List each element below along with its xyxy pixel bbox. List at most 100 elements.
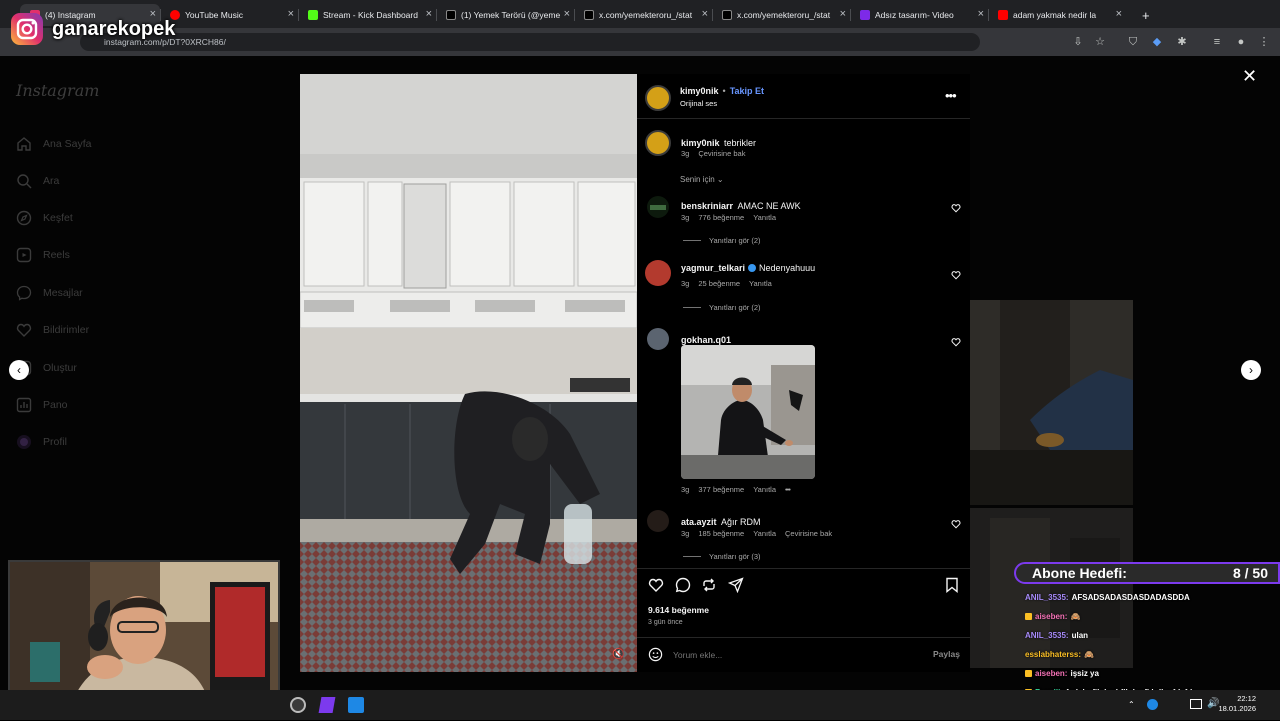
save-bookmark-icon[interactable] <box>945 577 959 593</box>
comment-username[interactable]: benskriniarr <box>681 201 733 211</box>
view-replies-button[interactable]: Yanıtları gör (3) <box>683 552 761 561</box>
comment-input[interactable] <box>673 648 893 662</box>
address-bar[interactable]: instagram.com/p/DT?0XRCH86/ <box>80 33 980 51</box>
tab-title: (1) Yemek Terörü (@yeme <box>461 10 561 20</box>
reply-button[interactable]: Yanıtla <box>753 529 776 538</box>
tab-title: x.com/yemekteroru_/stat <box>737 10 831 20</box>
comment-bubble-icon[interactable] <box>675 577 691 593</box>
commenter-avatar[interactable] <box>647 328 669 350</box>
author-username[interactable]: kimy0nik <box>680 86 719 96</box>
stream-channel-name: ganarekopek <box>52 17 176 40</box>
shield-extension-icon[interactable]: ⛉ <box>1127 36 1139 48</box>
more-options-icon[interactable]: ••• <box>945 88 957 103</box>
tray-app-icon[interactable] <box>1147 699 1158 710</box>
tab-canva-video[interactable]: Adsız tasarım- Video × <box>850 4 988 26</box>
caption-avatar[interactable] <box>645 130 671 156</box>
follow-button[interactable]: Takip Et <box>730 86 764 96</box>
comment-like-heart-icon[interactable] <box>951 516 961 529</box>
translate-link[interactable]: Çevirisine bak <box>785 529 832 538</box>
view-replies-label: Yanıtları gör (3) <box>709 552 761 561</box>
profile-avatar-icon[interactable]: ● <box>1235 36 1247 48</box>
chat-text: 🙈 <box>1070 612 1081 621</box>
next-post-button[interactable]: › <box>1241 360 1261 380</box>
close-tab-icon[interactable]: × <box>978 8 984 20</box>
extension-icon[interactable]: ◆ <box>1151 36 1163 48</box>
repost-icon[interactable] <box>701 577 717 593</box>
close-tab-icon[interactable]: × <box>564 8 570 20</box>
view-replies-button[interactable]: Yanıtları gör (2) <box>683 236 761 245</box>
comment-time: 3g <box>681 485 690 494</box>
install-app-icon[interactable]: ⇩ <box>1072 36 1084 48</box>
comment-sort-dropdown[interactable]: Senin için ⌄ <box>680 175 724 184</box>
puzzle-icon[interactable]: ✱ <box>1176 36 1188 48</box>
instagram-logo-icon <box>11 13 43 45</box>
comment-likes[interactable]: 185 beğenme <box>698 529 744 538</box>
share-send-icon[interactable] <box>727 577 744 594</box>
close-modal-icon[interactable]: ✕ <box>1242 66 1257 87</box>
like-heart-icon[interactable] <box>648 577 664 593</box>
comment-likes[interactable]: 25 beğenme <box>698 279 740 288</box>
comment-like-heart-icon[interactable] <box>951 267 961 280</box>
commenter-avatar[interactable] <box>645 260 671 286</box>
tab-search-icon[interactable]: ≡ <box>1211 36 1223 48</box>
comment-text: Ağır RDM <box>720 517 761 527</box>
close-tab-icon[interactable]: × <box>840 8 846 20</box>
chat-text: ulan <box>1071 631 1089 640</box>
chat-message: aiseben: işsiz ya <box>1025 664 1280 683</box>
previous-post-button[interactable]: ‹ <box>9 360 29 380</box>
clock-date: 18.01.2026 <box>1218 704 1256 713</box>
comment-likes[interactable]: 377 beğenme <box>698 485 744 494</box>
post-video[interactable]: 🔇 <box>300 74 637 672</box>
comment-like-heart-icon[interactable] <box>951 200 961 213</box>
chat-message: ANIL_3535: ulan <box>1025 626 1280 645</box>
tab-youtube-video[interactable]: adam yakmak nedir la × <box>988 4 1126 26</box>
caption-time: 3g <box>681 149 690 158</box>
comment-like-heart-icon[interactable] <box>951 334 961 347</box>
comment-username[interactable]: ata.ayzit <box>681 517 717 527</box>
translate-link[interactable]: Çevirisine bak <box>698 149 745 158</box>
new-tab-button[interactable]: + <box>1132 4 1152 26</box>
tab-title: adam yakmak nedir la <box>1013 10 1097 20</box>
app-taskbar-icon[interactable] <box>318 697 336 713</box>
comment-username[interactable]: gokhan.q01 <box>681 335 731 345</box>
comment-gif-image[interactable] <box>681 345 815 479</box>
dot-separator: • <box>722 86 726 96</box>
close-tab-icon[interactable]: × <box>426 8 432 20</box>
emoji-smile-icon[interactable] <box>648 647 663 662</box>
tray-chevron-up-icon[interactable]: ⌃ <box>1128 700 1135 709</box>
monitor-icon[interactable] <box>1190 699 1202 709</box>
app-taskbar-icon[interactable] <box>348 697 364 713</box>
tab-youtube-music[interactable]: YouTube Music × <box>160 4 298 26</box>
kebab-menu-icon[interactable]: ⋮ <box>1258 36 1270 48</box>
likes-count[interactable]: 9.614 beğenme <box>648 605 709 615</box>
tab-x-status-2[interactable]: x.com/yemekteroru_/stat × <box>712 4 850 26</box>
comment-likes[interactable]: 776 beğenme <box>698 213 744 222</box>
commenter-avatar[interactable] <box>647 510 669 532</box>
x-favicon-icon <box>584 10 594 20</box>
audio-label[interactable]: Orijinal ses <box>680 99 717 108</box>
close-tab-icon[interactable]: × <box>702 8 708 20</box>
reply-button[interactable]: Yanıtla <box>753 213 776 222</box>
reply-button[interactable]: Yanıtla <box>753 485 776 494</box>
view-replies-button[interactable]: Yanıtları gör (2) <box>683 303 761 312</box>
close-tab-icon[interactable]: × <box>1116 8 1122 20</box>
reply-button[interactable]: Yanıtla <box>749 279 772 288</box>
post-comment-button[interactable]: Paylaş <box>933 649 960 659</box>
bookmark-star-icon[interactable]: ☆ <box>1094 36 1106 48</box>
commenter-avatar[interactable] <box>647 196 669 218</box>
caption-username[interactable]: kimy0nik <box>681 138 720 148</box>
obs-app-icon[interactable] <box>290 697 306 713</box>
tab-x-status-1[interactable]: x.com/yemekteroru_/stat × <box>574 4 712 26</box>
mute-icon[interactable]: 🔇 <box>612 649 624 660</box>
author-avatar[interactable] <box>645 85 671 111</box>
comment-username[interactable]: yagmur_telkari <box>681 263 745 273</box>
system-clock[interactable]: 22:12 18.01.2026 <box>1218 694 1256 714</box>
comment-more-icon[interactable]: ••• <box>785 485 791 494</box>
tab-kick-dashboard[interactable]: Stream - Kick Dashboard × <box>298 4 436 26</box>
tab-yemek-teroru[interactable]: (1) Yemek Terörü (@yeme × <box>436 4 574 26</box>
post-header: kimy0nik • Takip Et <box>680 86 764 96</box>
close-tab-icon[interactable]: × <box>288 8 294 20</box>
subscriber-goal-bar: Abone Hedefi: 8 / 50 <box>1014 562 1280 584</box>
chevron-left-icon: ‹ <box>17 363 21 377</box>
comment-text: Nedenyahuuu <box>759 263 816 273</box>
